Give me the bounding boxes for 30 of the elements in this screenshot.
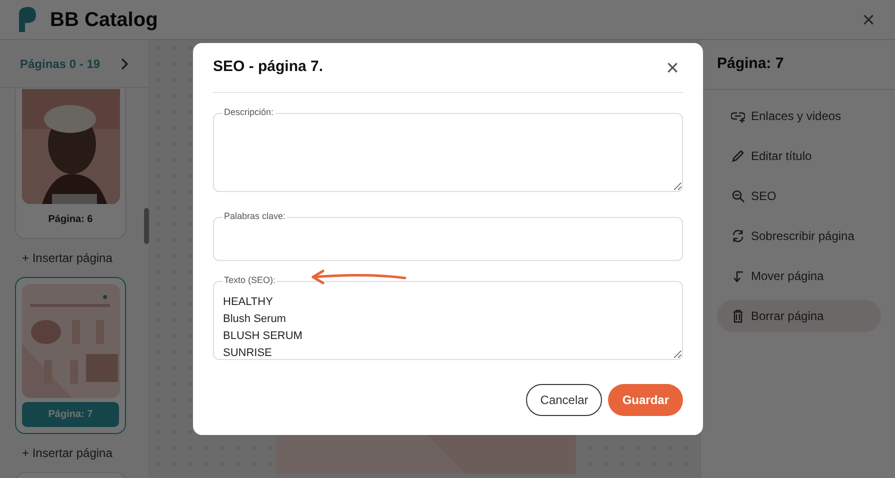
panel-title: Página: 7	[717, 54, 784, 74]
panel-action[interactable]: Mover página	[717, 260, 881, 292]
field-label: Descripción:	[223, 106, 275, 118]
page-label: Página: 7	[22, 402, 119, 427]
trash-icon	[731, 309, 745, 323]
panel-action[interactable]: Editar título	[717, 140, 881, 172]
page-range-label: Páginas 0 - 19	[20, 56, 100, 72]
pencil-icon	[731, 149, 745, 163]
panel-action[interactable]: SEO	[717, 180, 881, 212]
search-icon	[731, 189, 745, 203]
scrollbar-thumb[interactable]	[144, 208, 149, 244]
page-card[interactable]: Página: 6	[15, 89, 126, 239]
field-label: Texto (SEO):	[223, 274, 277, 286]
chevron-right-icon[interactable]	[120, 58, 129, 70]
insert-page-link[interactable]: + Insertar página	[0, 434, 149, 472]
cancel-button[interactable]: Cancelar	[526, 384, 602, 416]
close-button[interactable]: ×	[858, 8, 879, 30]
move-arrow-icon	[731, 269, 745, 283]
field-label: Palabras clave:	[223, 210, 287, 222]
panel-action[interactable]: Enlaces y videos	[717, 100, 881, 132]
panel-action[interactable]: Borrar página	[717, 300, 881, 332]
dialog-title: SEO - página 7.	[213, 57, 324, 78]
save-button[interactable]: Guardar	[608, 384, 683, 416]
page-label: Página: 6	[47, 213, 94, 227]
app-title: BB Catalog	[50, 8, 158, 32]
close-button[interactable]: ×	[662, 56, 683, 78]
logo-icon	[16, 6, 38, 33]
page-card[interactable]: Página: 7	[15, 277, 126, 434]
refresh-icon	[731, 229, 745, 243]
panel-action[interactable]: Sobrescribir página	[717, 220, 881, 252]
